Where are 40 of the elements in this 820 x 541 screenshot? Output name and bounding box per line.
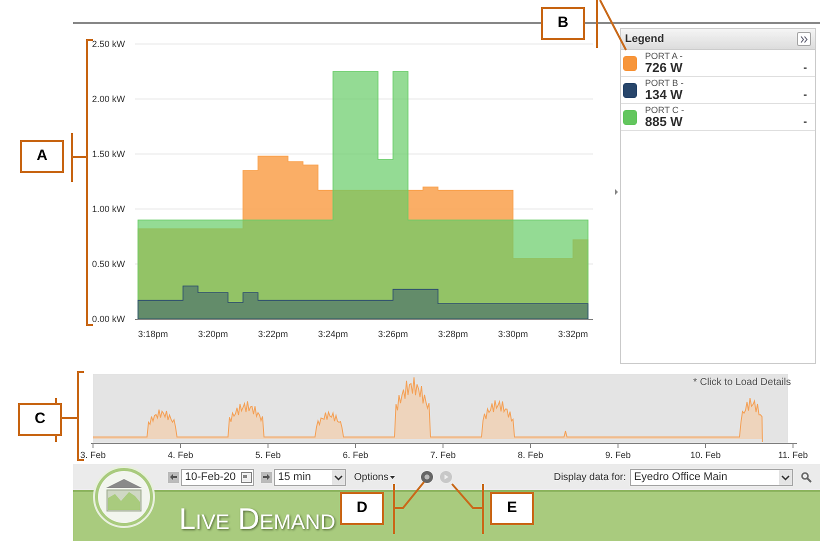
legend-label: PORT C - bbox=[645, 106, 684, 115]
date-axis-label: 10. Feb bbox=[690, 450, 721, 460]
x-axis-label: 3:32pm bbox=[558, 329, 588, 339]
y-axis-label: 2.50 kW bbox=[92, 39, 126, 49]
date-axis-label: 8. Feb bbox=[518, 450, 544, 460]
legend-dash: - bbox=[803, 88, 807, 102]
date-axis-label: 5. Feb bbox=[255, 450, 281, 460]
legend-label: PORT B - bbox=[645, 79, 684, 88]
date-axis-label: 9. Feb bbox=[605, 450, 631, 460]
x-axis-label: 3:20pm bbox=[198, 329, 228, 339]
callout-label: D bbox=[340, 492, 384, 525]
date-axis-label: 7. Feb bbox=[430, 450, 456, 460]
callout-label: E bbox=[490, 492, 534, 525]
x-axis-label: 3:26pm bbox=[378, 329, 408, 339]
date-axis-label: 3. Feb bbox=[80, 450, 106, 460]
date-axis-label: 6. Feb bbox=[342, 450, 368, 460]
y-axis-label: 2.00 kW bbox=[92, 94, 126, 104]
legend-dash: - bbox=[803, 114, 807, 130]
callout-label: C bbox=[18, 403, 62, 436]
callout-label: A bbox=[20, 140, 64, 173]
x-axis-label: 3:30pm bbox=[498, 329, 528, 339]
x-axis-label: 3:22pm bbox=[258, 329, 288, 339]
legend-value: 726 W bbox=[645, 61, 683, 74]
y-axis-label: 1.00 kW bbox=[92, 204, 126, 214]
legend-label: PORT A - bbox=[645, 52, 683, 61]
y-axis-label: 0.50 kW bbox=[92, 259, 126, 269]
callout-label: B bbox=[541, 7, 585, 40]
legend-dash: - bbox=[803, 60, 807, 76]
display-data-label: Display data for: bbox=[554, 470, 626, 484]
date-axis-label: 11. Feb bbox=[778, 450, 808, 460]
legend-value: 134 W bbox=[645, 88, 684, 101]
x-axis-label: 3:24pm bbox=[318, 329, 348, 339]
date-axis-label: 4. Feb bbox=[168, 450, 194, 460]
x-axis-label: 3:18pm bbox=[138, 329, 168, 339]
banner-title: Live Demand bbox=[179, 503, 336, 537]
x-axis-label: 3:28pm bbox=[438, 329, 468, 339]
y-axis-label: 0.00 kW bbox=[92, 314, 126, 324]
legend-value: 885 W bbox=[645, 115, 684, 128]
y-axis-label: 1.50 kW bbox=[92, 149, 126, 159]
legend-title: Legend bbox=[625, 32, 664, 47]
